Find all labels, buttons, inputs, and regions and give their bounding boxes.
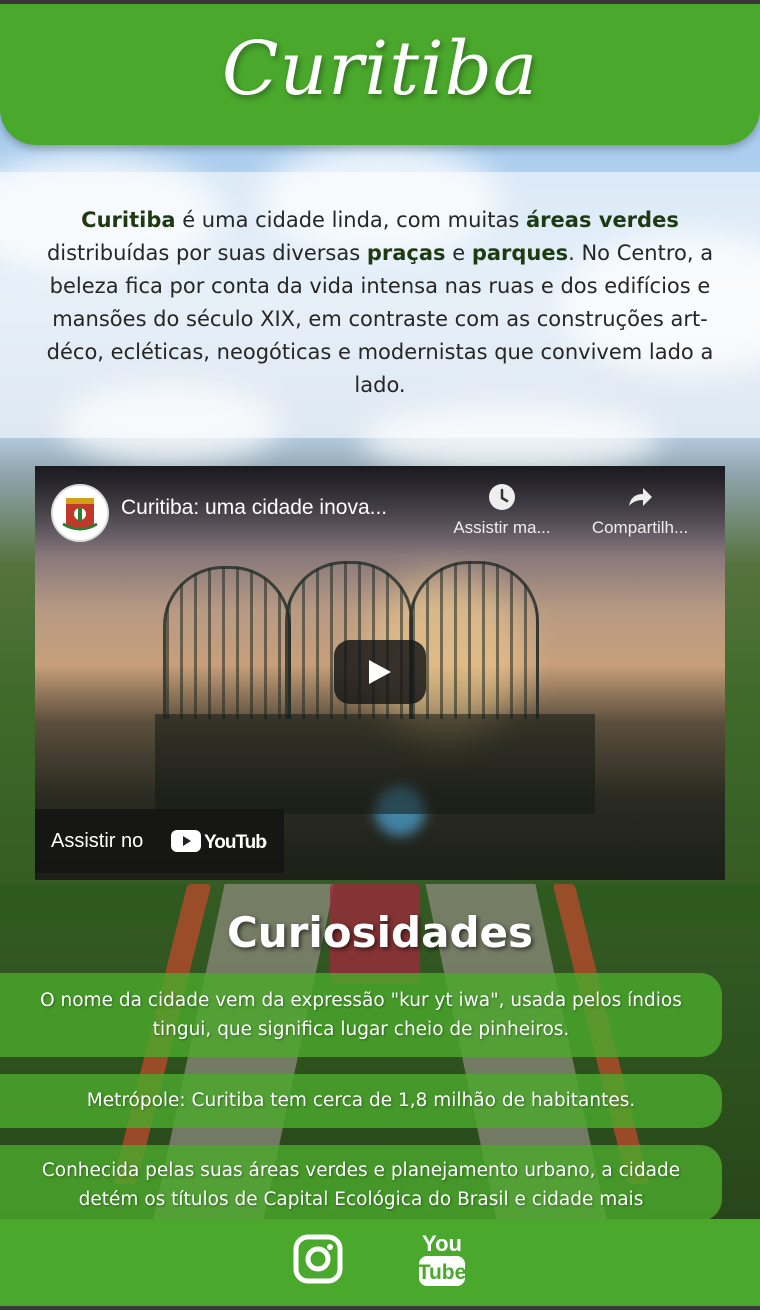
bottom-edge	[0, 1306, 760, 1310]
share-label: Compartilh...	[591, 518, 689, 537]
intro-text-segment: distribuídas por suas diversas	[46, 241, 367, 265]
intro-highlight: Curitiba	[81, 208, 176, 232]
greenhouse-dome-left	[163, 566, 291, 719]
clock-icon	[489, 484, 515, 510]
site-footer: You Tube	[0, 1219, 760, 1306]
intro-highlight: praças	[366, 241, 446, 265]
watch-later-button[interactable]: Assistir ma...	[437, 482, 567, 538]
watch-later-label: Assistir ma...	[453, 518, 551, 537]
share-arrow-icon	[629, 488, 652, 506]
watch-on-youtube-button[interactable]: Assistir no YouTube	[35, 809, 284, 873]
greenhouse-dome-right	[409, 561, 539, 719]
youtube-wordmark: YouTube	[204, 832, 267, 853]
video-embed[interactable]: Curitiba: uma cidade inova... Assistir m…	[35, 466, 725, 880]
site-header: Curitiba	[0, 4, 760, 145]
curiosities-title: Curiosidades	[226, 908, 534, 957]
play-button[interactable]	[334, 640, 426, 704]
channel-avatar[interactable]	[51, 484, 109, 542]
youtube-logo-icon: YouTube	[171, 830, 267, 853]
intro-highlight: áreas verdes	[526, 208, 679, 232]
curiosity-card-1: O nome da cidade vem da expressão "kur y…	[0, 973, 722, 1057]
channel-crest-icon	[62, 498, 98, 531]
youtube-icon: You Tube	[418, 1231, 467, 1286]
share-button[interactable]: Compartilh...	[575, 482, 705, 538]
greenhouse-base	[155, 714, 595, 814]
video-title[interactable]: Curitiba: uma cidade inova...	[121, 496, 387, 520]
play-icon	[369, 660, 391, 684]
intro-paragraph: Curitiba é uma cidade linda, com muitas …	[28, 204, 732, 402]
instagram-link[interactable]	[292, 1233, 344, 1289]
intro-section: Curitiba é uma cidade linda, com muitas …	[0, 172, 760, 438]
site-title: Curitiba	[221, 26, 539, 112]
instagram-icon	[293, 1234, 343, 1284]
youtube-icon-bottom-text: Tube	[418, 1261, 467, 1284]
intro-highlight: parques	[471, 241, 569, 265]
youtube-icon-top-text: You	[422, 1231, 462, 1256]
intro-text-segment: é uma cidade linda, com muitas	[175, 208, 526, 232]
youtube-link[interactable]: You Tube	[417, 1229, 467, 1293]
intro-text-segment: e	[445, 241, 472, 265]
watch-on-label: Assistir no	[51, 830, 144, 852]
curiosity-card-2: Metrópole: Curitiba tem cerca de 1,8 mil…	[0, 1074, 722, 1128]
curiosity-card-3: Conhecida pelas suas áreas verdes e plan…	[0, 1145, 722, 1221]
